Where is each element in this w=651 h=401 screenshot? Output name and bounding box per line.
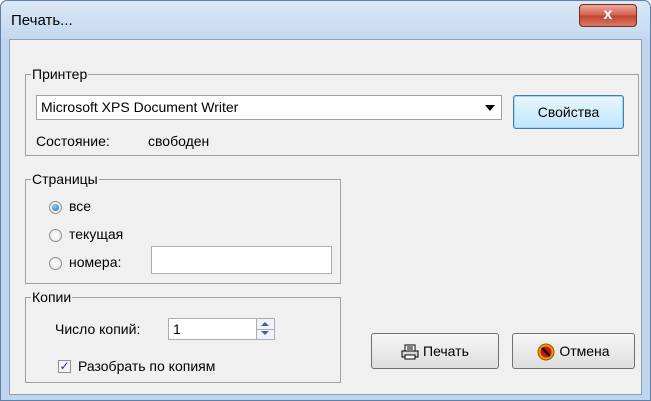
printer-select-value: Microsoft XPS Document Writer xyxy=(41,99,239,115)
copies-spinner[interactable] xyxy=(256,318,275,340)
window-title: Печать... xyxy=(11,12,73,29)
printer-select[interactable]: Microsoft XPS Document Writer xyxy=(36,95,502,120)
print-button-label: Печать xyxy=(423,343,469,359)
copies-count-label: Число копий: xyxy=(55,321,141,337)
printer-icon xyxy=(401,344,419,360)
status-value: свободен xyxy=(148,133,210,149)
close-icon: x xyxy=(603,6,613,23)
title-bar[interactable]: Печать... x xyxy=(1,1,650,39)
radio-all-pages[interactable] xyxy=(49,201,62,214)
stop-icon xyxy=(537,343,555,361)
collate-label[interactable]: Разобрать по копиям xyxy=(78,358,215,374)
printer-group-legend: Принтер xyxy=(32,66,88,82)
copies-group-legend: Копии xyxy=(32,289,72,305)
print-button[interactable]: Печать xyxy=(371,333,499,369)
properties-button-label: Свойства xyxy=(537,104,600,120)
spin-divider xyxy=(257,329,274,330)
copies-count-value: 1 xyxy=(173,321,181,337)
pages-group-legend: Страницы xyxy=(32,171,98,187)
status-label: Состояние: xyxy=(36,133,110,149)
spin-up-icon[interactable] xyxy=(261,322,269,326)
radio-page-numbers-label[interactable]: номера: xyxy=(69,254,121,270)
close-button[interactable]: x xyxy=(579,4,637,27)
radio-page-numbers[interactable] xyxy=(49,257,62,270)
radio-all-pages-label[interactable]: все xyxy=(69,198,91,214)
spin-down-icon[interactable] xyxy=(261,331,269,335)
radio-current-page[interactable] xyxy=(49,229,62,242)
copies-count-input[interactable]: 1 xyxy=(168,318,257,340)
chevron-down-icon[interactable] xyxy=(485,105,495,111)
radio-current-page-label[interactable]: текущая xyxy=(69,226,123,242)
collate-checkbox[interactable]: ✓ xyxy=(58,360,71,373)
cancel-button[interactable]: Отмена xyxy=(512,333,635,369)
properties-button[interactable]: Свойства xyxy=(513,95,624,129)
page-numbers-input[interactable] xyxy=(151,246,332,274)
cancel-button-label: Отмена xyxy=(559,343,610,359)
